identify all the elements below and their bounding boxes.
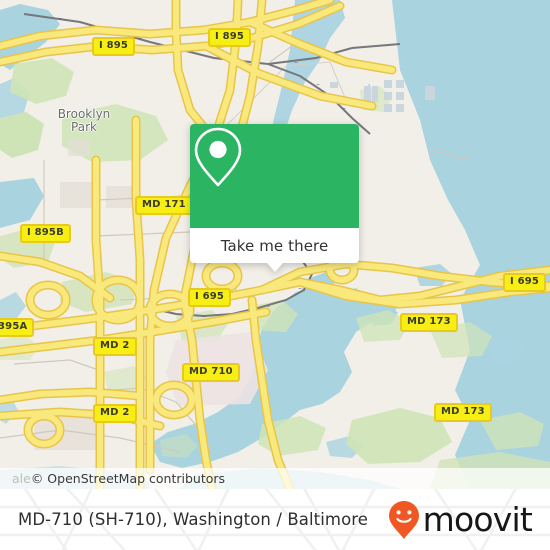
road-shield-md2-north[interactable]: MD 2 xyxy=(93,337,137,356)
footer-bar: MD-710 (SH-710), Washington / Baltimore … xyxy=(0,489,550,550)
callout-icon-panel xyxy=(190,124,359,228)
attribution-faded-prefix: ale xyxy=(12,471,31,486)
road-shield-i695-west[interactable]: I 695 xyxy=(188,288,232,307)
map-pin-icon xyxy=(194,127,242,187)
road-shield-md173-south[interactable]: MD 173 xyxy=(434,403,492,422)
moovit-pin-smile-icon xyxy=(388,500,419,539)
map-canvas[interactable]: Brooklyn Park I 895 I 895 MD 171 I 895B … xyxy=(0,0,550,489)
moovit-logo[interactable]: moovit xyxy=(388,489,533,550)
road-shield-i895b[interactable]: I 895B xyxy=(20,224,71,243)
road-shield-md710[interactable]: MD 710 xyxy=(182,363,240,382)
callout-pointer xyxy=(266,263,283,272)
screenshot-root: Brooklyn Park I 895 I 895 MD 171 I 895B … xyxy=(0,0,550,550)
place-label-line2: Park xyxy=(71,120,97,134)
road-shield-395a[interactable]: 395A xyxy=(0,318,35,337)
moovit-wordmark: moovit xyxy=(422,500,533,539)
place-label-brooklyn-park: Brooklyn Park xyxy=(44,108,124,134)
take-me-there-button[interactable]: Take me there xyxy=(190,228,359,263)
road-shield-i895-west[interactable]: I 895 xyxy=(92,37,136,56)
page-title: MD-710 (SH-710), Washington / Baltimore xyxy=(18,510,369,529)
take-me-there-label: Take me there xyxy=(220,236,329,255)
road-shield-md171[interactable]: MD 171 xyxy=(135,196,193,215)
road-shield-i695-east[interactable]: I 695 xyxy=(503,273,547,292)
map-attribution[interactable]: ale© OpenStreetMap contributors xyxy=(0,468,550,489)
destination-callout-card[interactable]: Take me there xyxy=(190,124,359,272)
road-shield-i895-east[interactable]: I 895 xyxy=(208,28,252,47)
road-shield-md173-north[interactable]: MD 173 xyxy=(400,313,458,332)
attribution-text[interactable]: © OpenStreetMap contributors xyxy=(31,471,225,486)
road-shield-md2-south[interactable]: MD 2 xyxy=(93,404,137,423)
